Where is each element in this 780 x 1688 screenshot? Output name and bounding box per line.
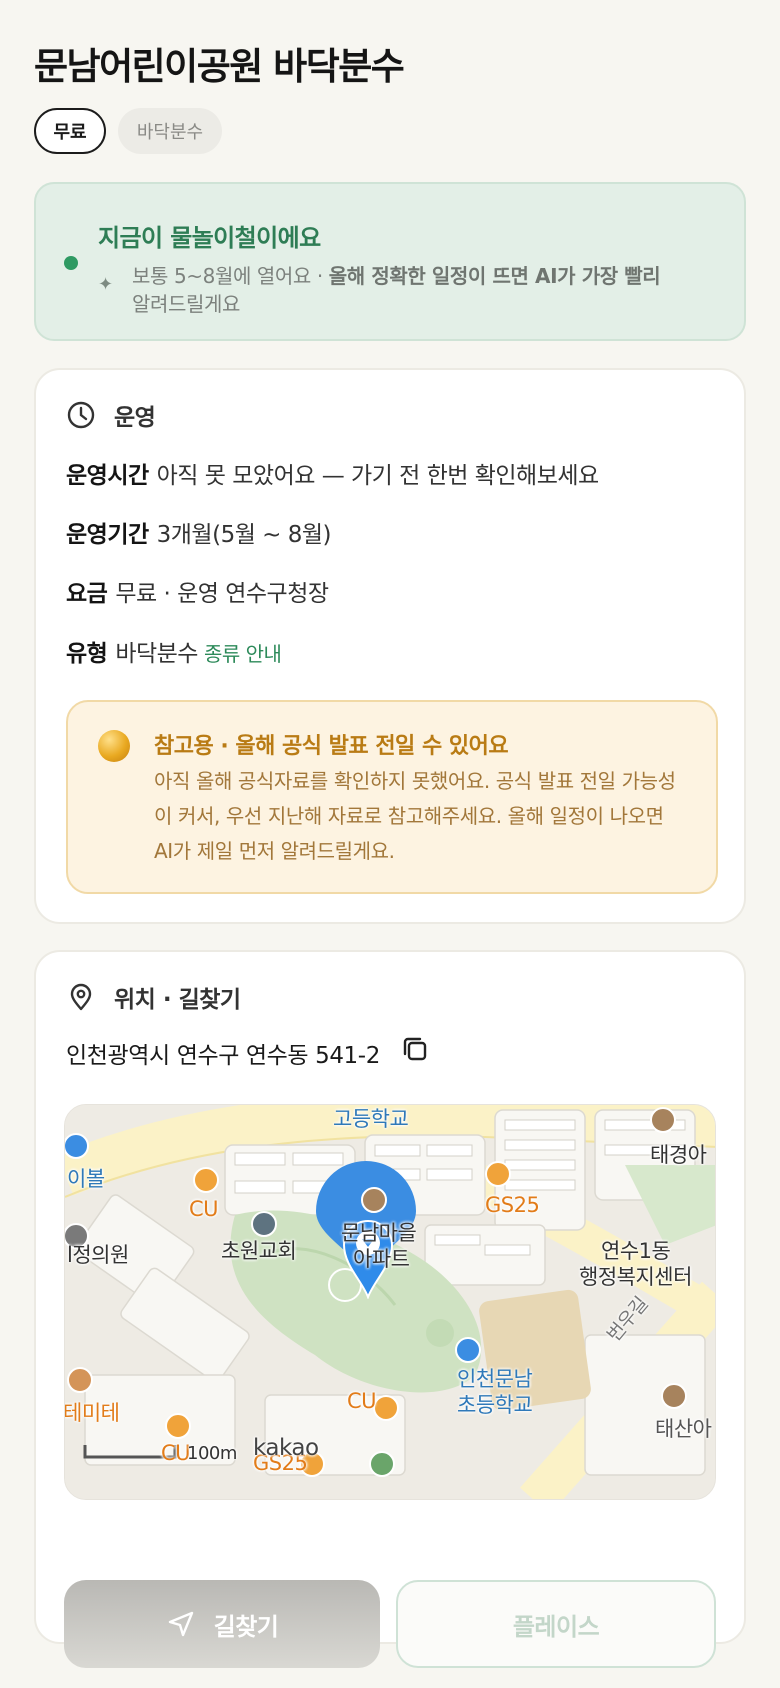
map-scale-label: 100m bbox=[187, 1443, 237, 1464]
notice-text: 아직 올해 공식자료를 확인하지 못했어요. 공식 발표 전일 가능성이 커서,… bbox=[154, 769, 676, 863]
clock-icon bbox=[67, 401, 95, 429]
place-button-label: 플레이스 bbox=[512, 1612, 600, 1641]
fee-row: 요금 무료 · 운영 연수구청장 bbox=[66, 574, 329, 608]
hours-row: 운영시간 아직 못 모았어요 — 가기 전 한번 확인해보세요 bbox=[66, 456, 599, 490]
hours-value: 아직 못 모았어요 — 가기 전 한번 확인해보세요 bbox=[156, 463, 600, 489]
map-view[interactable]: 고등학교 태경아 이볼 CU GS25 l정의원 초원교회 문남마을 아파트 연… bbox=[64, 1104, 716, 1500]
operation-header: 운영 bbox=[66, 398, 156, 432]
type-key: 유형 bbox=[66, 641, 108, 667]
place-button[interactable]: 플레이스 bbox=[396, 1580, 716, 1668]
price-chip: 무료 bbox=[34, 108, 106, 154]
map-label-church: 초원교회 bbox=[221, 1239, 297, 1263]
poi-icon-church bbox=[251, 1211, 277, 1237]
navigation-arrow-icon bbox=[168, 1611, 193, 1637]
location-card: 위치 · 길찾기 인천광역시 연수구 연수동 541-2 고등학교 태경아 이볼… bbox=[34, 950, 746, 1644]
map-label-elementary: 초등학교 bbox=[457, 1393, 533, 1417]
poi-icon-apt2 bbox=[661, 1383, 687, 1409]
coin-icon bbox=[98, 730, 130, 762]
map-label-temite: 테미테 bbox=[64, 1401, 120, 1425]
map-label-apartment: 아파트 bbox=[353, 1247, 410, 1271]
season-body-bold: 올해 정확한 일정이 뜨면 AI가 가장 빨리 bbox=[328, 264, 661, 288]
kakao-logo: kakao bbox=[253, 1435, 319, 1461]
type-row: 유형 바닥분수 종류 안내 bbox=[66, 634, 282, 668]
map-label-clinic: l정의원 bbox=[67, 1243, 129, 1267]
map-label-cu2: CU bbox=[347, 1389, 377, 1413]
location-pin-icon bbox=[70, 983, 92, 1011]
poi-icon-school bbox=[455, 1337, 481, 1363]
period-key: 운영기간 bbox=[66, 522, 149, 548]
season-banner: 지금이 물놀이철이에요 ✦ 보통 5~8월에 열어요 · 올해 정확한 일정이 … bbox=[34, 182, 746, 341]
map-label-welfare-center: 행정복지센터 bbox=[579, 1265, 692, 1289]
reference-notice: 참고용 · 올해 공식 발표 전일 수 있어요 아직 올해 공식자료를 확인하지… bbox=[66, 700, 718, 894]
sparkle-icon: ✦ bbox=[98, 274, 114, 295]
fee-value: 무료 · 운영 연수구청장 bbox=[115, 581, 329, 607]
map-label-gs25: GS25 bbox=[485, 1193, 540, 1217]
poi-icon-cafe bbox=[67, 1367, 93, 1393]
season-headline: 지금이 물놀이철이에요 bbox=[98, 224, 321, 252]
poi-icon-cu2 bbox=[373, 1395, 399, 1421]
hours-key: 운영시간 bbox=[66, 463, 149, 489]
map-label-cu: CU bbox=[189, 1197, 219, 1221]
poi-icon-gs25 bbox=[485, 1161, 511, 1187]
period-row: 운영기간 3개월(5월 ~ 8월) bbox=[66, 515, 332, 549]
type-guide-link[interactable]: 종류 안내 bbox=[204, 642, 282, 666]
season-body-tail: 알려드릴게요 bbox=[132, 292, 240, 316]
fee-key: 요금 bbox=[66, 581, 108, 607]
poi-icon-cu bbox=[193, 1167, 219, 1193]
map-label-cu3: CU bbox=[161, 1441, 191, 1465]
location-label: 위치 · 길찾기 bbox=[114, 987, 241, 1013]
poi-icon-cu3 bbox=[165, 1413, 191, 1439]
status-dot bbox=[64, 256, 78, 270]
period-value: 3개월(5월 ~ 8월) bbox=[156, 522, 332, 548]
map-label-taesan: 태산아 bbox=[655, 1417, 712, 1441]
route-button-label: 길찾기 bbox=[213, 1612, 279, 1641]
poi-icon-tree bbox=[369, 1451, 395, 1477]
address-row: 인천광역시 연수구 연수동 541-2 bbox=[66, 1036, 430, 1070]
page-title: 문남어린이공원 바닥분수 bbox=[34, 45, 405, 88]
operation-card: 운영 운영시간 아직 못 모았어요 — 가기 전 한번 확인해보세요 운영기간 3개… bbox=[34, 368, 746, 924]
notice-title: 참고용 · 올해 공식 발표 전일 수 있어요 bbox=[154, 734, 509, 759]
poi-icon-village bbox=[361, 1187, 387, 1213]
poi-icon-ibol bbox=[65, 1133, 89, 1159]
map-label-taegyeong: 태경아 bbox=[650, 1143, 707, 1167]
type-value: 바닥분수 bbox=[115, 641, 198, 667]
location-header: 위치 · 길찾기 bbox=[66, 980, 241, 1014]
operation-label: 운영 bbox=[114, 405, 156, 431]
map-label-high-school: 고등학교 bbox=[333, 1107, 409, 1131]
address-text: 인천광역시 연수구 연수동 541-2 bbox=[66, 1043, 380, 1069]
route-button[interactable]: 길찾기 bbox=[64, 1580, 380, 1668]
season-body: 보통 5~8월에 열어요 · 올해 정확한 일정이 뜨면 AI가 가장 빨리알려… bbox=[132, 262, 722, 318]
poi-icon-apt bbox=[650, 1107, 676, 1133]
season-body-plain: 보통 5~8월에 열어요 · bbox=[132, 264, 329, 288]
type-chip: 바닥분수 bbox=[118, 108, 222, 154]
map-label-ibol: 이볼 bbox=[67, 1167, 105, 1191]
copy-icon[interactable] bbox=[400, 1034, 430, 1064]
